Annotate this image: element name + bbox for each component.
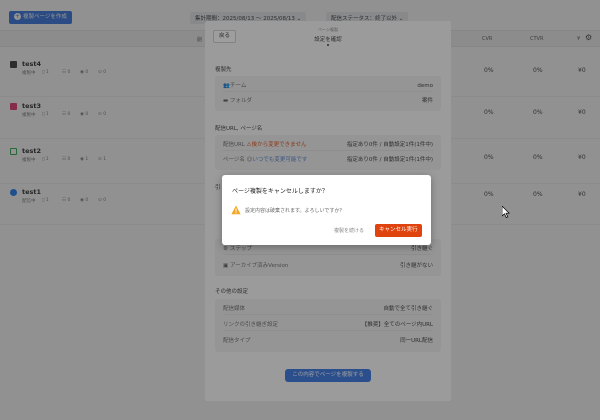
execute-cancel-button[interactable]: キャンセル実行 [375, 224, 422, 237]
dialog-title: ページ複製をキャンセルしますか？ [232, 188, 328, 195]
mouse-cursor-icon [502, 206, 510, 218]
continue-copy-button[interactable]: 複製を続ける [334, 225, 364, 237]
cancel-confirm-dialog: ページ複製をキャンセルしますか？ 設定内容は破棄されます。よろしいですか？ 複製… [222, 175, 431, 245]
dialog-message: 設定内容は破棄されます。よろしいですか？ [245, 208, 345, 214]
warning-icon [231, 205, 241, 215]
